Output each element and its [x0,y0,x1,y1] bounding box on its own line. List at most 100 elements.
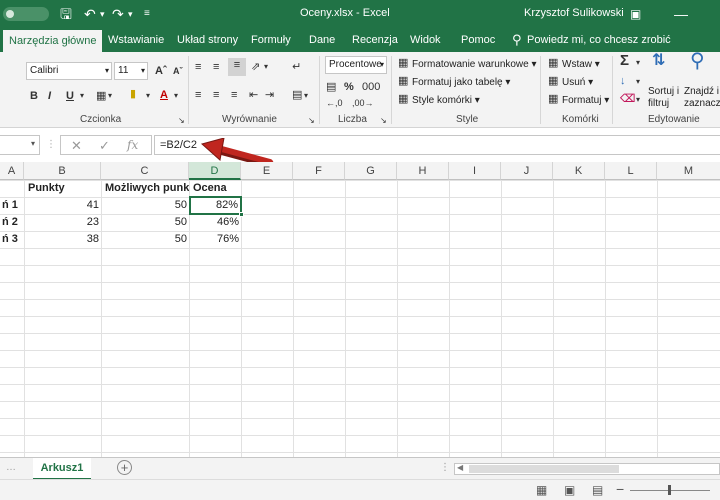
font-color-icon[interactable]: A [160,88,168,102]
chevron-down-icon[interactable]: ▾ [636,75,640,89]
merge-center-icon[interactable]: ▤ [292,88,302,102]
cell-a4[interactable]: ń 3 [0,231,20,248]
cell-c1[interactable]: Możliwych punktów [103,180,189,197]
chevron-down-icon[interactable]: ▾ [31,139,35,148]
column-header[interactable]: B [24,162,101,180]
column-header[interactable]: L [605,162,657,180]
chevron-down-icon[interactable]: ▾ [80,89,84,103]
tab-page-layout[interactable]: Układ strony [177,28,238,52]
orientation-icon[interactable]: ⇗ [251,60,260,74]
column-header[interactable]: E [241,162,293,180]
redo-icon[interactable]: ↷ [112,5,124,23]
undo-icon[interactable]: ↶ [84,5,96,23]
tab-help[interactable]: Pomoc [461,28,495,52]
chevron-down-icon[interactable]: ▾ [174,89,178,103]
column-header[interactable]: C [101,162,189,180]
tab-view[interactable]: Widok [410,28,441,52]
save-icon[interactable]: 🖫 [60,5,72,23]
insert-button[interactable]: Wstaw ▾ [562,58,600,72]
cell-b1[interactable]: Punkty [26,180,67,197]
ribbon-display-icon[interactable]: ▣ [630,5,641,23]
page-break-view-icon[interactable]: ▤ [592,483,603,497]
cell-a3[interactable]: ń 2 [0,214,20,231]
scroll-left-icon[interactable]: ◀ [457,463,463,472]
scrollbar-thumb[interactable] [469,465,619,473]
cell-b2[interactable]: 41 [24,197,101,214]
cell-b3[interactable]: 23 [24,214,101,231]
tab-formulas[interactable]: Formuły [251,28,291,52]
accounting-format-icon[interactable]: ▤ [326,80,336,94]
chevron-down-icon[interactable]: ▾ [636,93,640,107]
sheet-tab-arkusz1[interactable]: Arkusz1 [33,458,91,480]
tell-me-search[interactable]: Powiedz mi, co chcesz zrobić [527,28,671,52]
dialog-launcher-icon[interactable]: ↘ [308,114,315,128]
insert-function-button[interactable]: fx [127,138,138,152]
font-name-box[interactable]: Calibri ▾ [26,62,112,80]
dialog-launcher-icon[interactable]: ↘ [380,114,387,128]
cell-c3[interactable]: 50 [101,214,189,231]
sheet-nav-icon[interactable]: … [6,462,16,473]
column-header-selected[interactable]: D [189,162,241,180]
number-format-box[interactable]: Procentowe ▾ [325,56,387,74]
cancel-icon[interactable]: ✕ [71,138,82,154]
chevron-down-icon[interactable]: ▾ [636,56,640,70]
column-header[interactable]: F [293,162,345,180]
cell-b4[interactable]: 38 [24,231,101,248]
chevron-down-icon[interactable]: ▾ [108,89,112,103]
undo-dropdown-icon[interactable]: ▾ [100,5,105,23]
chevron-down-icon[interactable]: ▾ [380,57,384,73]
normal-view-icon[interactable]: ▦ [536,483,547,497]
chevron-down-icon[interactable]: ▾ [264,60,268,74]
conditional-formatting-button[interactable]: Formatowanie warunkowe ▾ [412,58,537,72]
chevron-down-icon[interactable]: ▾ [141,63,145,79]
tab-home[interactable]: Narzędzia główne [3,30,103,52]
borders-icon[interactable]: ▦ [96,89,106,103]
find-select-icon[interactable]: ⚲ [690,51,705,71]
align-center-icon[interactable]: ≡ [213,88,219,102]
zoom-slider[interactable] [630,485,710,495]
cell-c2[interactable]: 50 [101,197,189,214]
grow-font-icon[interactable]: Aˆ [155,64,167,78]
increase-decimal-icon[interactable]: ←,0 [326,96,343,110]
enter-icon[interactable]: ✓ [99,138,110,154]
fill-color-icon[interactable]: ▮ [130,87,136,101]
sort-filter-icon[interactable]: ⇅ [652,53,665,69]
italic-button[interactable]: I [48,89,51,103]
page-layout-view-icon[interactable]: ▣ [564,483,575,497]
column-header[interactable]: K [553,162,605,180]
align-right-icon[interactable]: ≡ [231,88,237,102]
autosum-icon[interactable]: Σ [620,53,629,68]
delete-button[interactable]: Usuń ▾ [562,76,593,90]
autosave-toggle[interactable] [3,7,49,21]
tab-review[interactable]: Recenzja [352,28,398,52]
add-sheet-icon[interactable]: + [117,460,132,475]
align-top-icon[interactable]: ≡ [195,60,201,74]
tab-insert[interactable]: Wstawianie [108,28,164,52]
redo-dropdown-icon[interactable]: ▾ [128,5,133,23]
comma-style-icon[interactable]: 000 [362,80,380,94]
increase-indent-icon[interactable]: ⇥ [265,88,274,102]
font-size-box[interactable]: 11 ▾ [114,62,148,80]
dialog-launcher-icon[interactable]: ↘ [178,114,185,128]
cell-d4[interactable]: 76% [189,231,241,248]
align-left-icon[interactable]: ≡ [195,88,201,102]
percent-style-icon[interactable]: % [344,80,354,94]
splitter-icon[interactable]: ⋮ [440,462,450,473]
align-middle-icon[interactable]: ≡ [213,60,219,74]
customize-qat-icon[interactable]: ≡ [144,5,150,23]
format-as-table-button[interactable]: Formatuj jako tabelę ▾ [412,76,510,90]
minimize-icon[interactable]: — [674,5,688,23]
zoom-out-icon[interactable]: − [616,481,624,497]
chevron-down-icon[interactable]: ▾ [105,63,109,79]
decrease-indent-icon[interactable]: ⇤ [249,88,258,102]
underline-button[interactable]: U [66,89,74,103]
chevron-down-icon[interactable]: ▾ [304,89,308,103]
cell-c4[interactable]: 50 [101,231,189,248]
column-header[interactable]: H [397,162,449,180]
clear-icon[interactable]: ⌫ [620,92,636,106]
cell-styles-button[interactable]: Style komórki ▾ [412,94,480,108]
user-name[interactable]: Krzysztof Sulikowski [524,7,624,19]
name-box[interactable]: ▾ [0,135,40,155]
zoom-slider-thumb[interactable] [668,485,671,495]
fill-icon[interactable]: ↓ [620,74,626,88]
